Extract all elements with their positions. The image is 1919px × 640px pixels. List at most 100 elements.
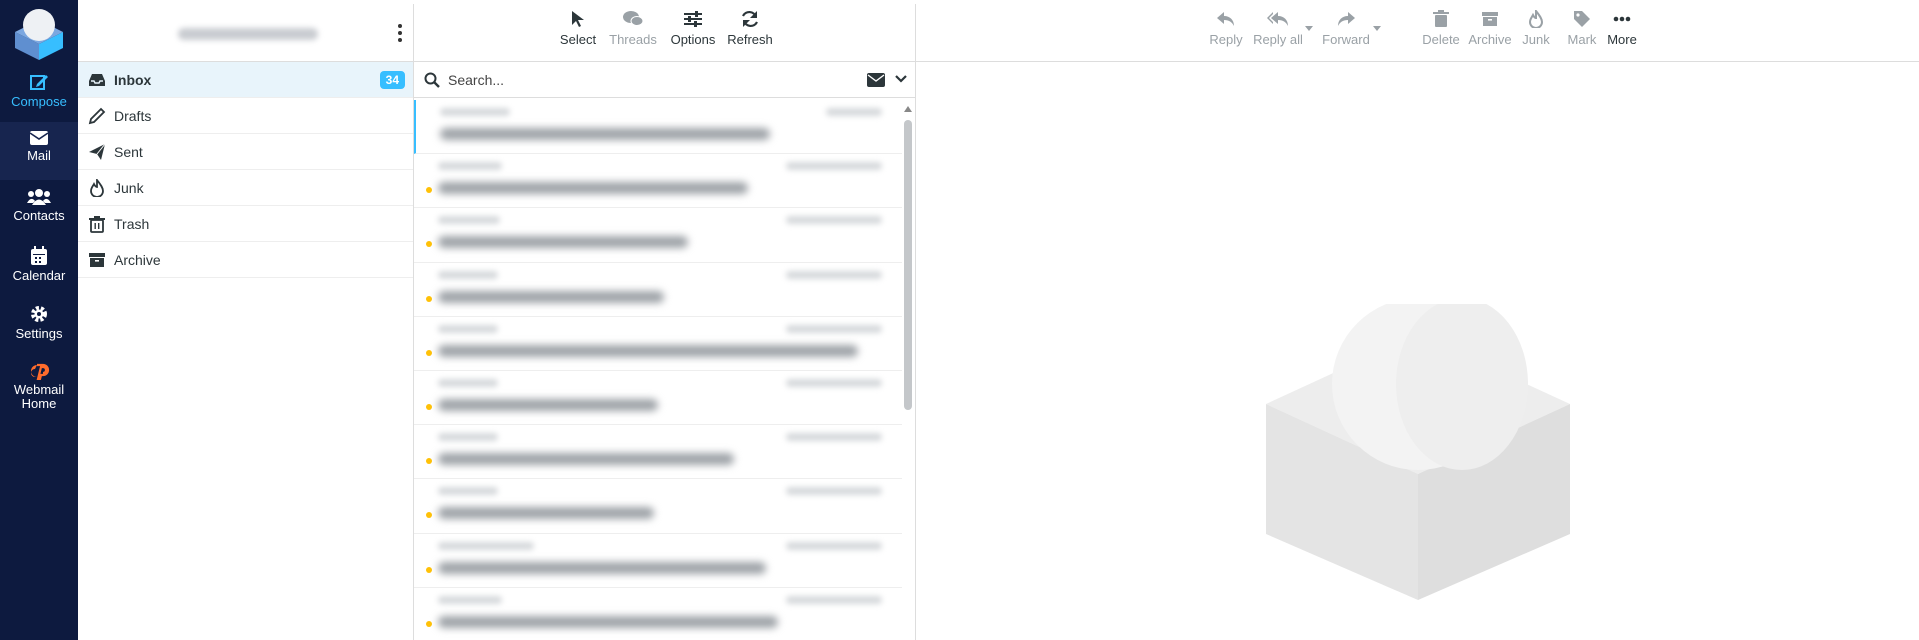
trash-icon — [89, 216, 105, 233]
list-toolbar: Select Threads Options Refresh — [414, 4, 915, 62]
message-sender-redacted — [438, 595, 502, 604]
nav-mail[interactable]: Mail — [0, 122, 78, 180]
message-row[interactable] — [414, 317, 902, 371]
scrollbar-thumb[interactable] — [904, 120, 912, 410]
webmail-app: Compose Mail Contacts Calendar Settings … — [0, 0, 1919, 640]
folder-header — [78, 4, 413, 62]
nav-webmail-home[interactable]: Webmail Home — [0, 354, 78, 426]
options-label: Options — [670, 32, 716, 47]
message-sender-redacted — [438, 324, 498, 333]
message-subject-redacted — [438, 344, 858, 357]
cpanel-icon — [31, 363, 50, 380]
threads-icon — [623, 11, 644, 26]
unread-count-badge: 34 — [379, 71, 405, 89]
message-sender-redacted — [438, 487, 498, 496]
message-row[interactable] — [414, 100, 902, 155]
folder-junk[interactable]: Junk — [78, 170, 413, 206]
folder-archive-label: Archive — [114, 251, 161, 268]
message-subject-redacted — [438, 398, 658, 411]
message-row[interactable] — [414, 534, 902, 588]
message-sender-redacted — [438, 216, 500, 225]
scroll-up-arrow[interactable] — [904, 106, 912, 112]
forward-label: Forward — [1322, 32, 1370, 47]
folder-drafts[interactable]: Drafts — [78, 98, 413, 134]
reply-all-button[interactable]: Reply all — [1250, 10, 1306, 47]
cursor-icon — [572, 11, 584, 27]
folder-inbox-label: Inbox — [114, 71, 152, 88]
threads-button[interactable]: Threads — [606, 10, 660, 47]
pencil-icon — [88, 107, 106, 125]
nav-contacts[interactable]: Contacts — [0, 180, 78, 238]
unread-dot — [426, 187, 432, 194]
message-row[interactable] — [414, 154, 902, 209]
refresh-icon — [742, 10, 758, 28]
trash-icon — [1433, 10, 1449, 27]
message-date-redacted — [786, 433, 882, 442]
message-row[interactable] — [414, 588, 902, 640]
message-subject-redacted — [440, 128, 770, 140]
mark-button[interactable]: Mark — [1564, 10, 1600, 47]
message-date-redacted — [786, 487, 882, 496]
folder-sent[interactable]: Sent — [78, 134, 413, 170]
search-input[interactable] — [448, 69, 828, 91]
reply-all-icon — [1267, 12, 1288, 26]
tag-icon — [1574, 11, 1590, 27]
delete-label: Delete — [1422, 32, 1460, 47]
unread-dot — [426, 349, 432, 356]
reading-pane: Reply Reply all Forward Delete Archive J… — [916, 4, 1919, 640]
fire-icon — [1528, 10, 1544, 28]
chevron-down-icon[interactable] — [895, 75, 907, 83]
inbox-icon — [89, 74, 105, 86]
folder-archive[interactable]: Archive — [78, 242, 413, 278]
reply-button[interactable]: Reply — [1206, 10, 1246, 47]
message-sender-redacted — [438, 378, 498, 387]
message-date-redacted — [786, 162, 882, 171]
message-subject-redacted — [438, 236, 688, 249]
folder-inbox[interactable]: Inbox 34 — [78, 62, 413, 98]
message-row[interactable] — [414, 371, 902, 426]
roundcube-logo[interactable] — [12, 6, 66, 60]
folder-trash[interactable]: Trash — [78, 206, 413, 242]
forward-caret-icon[interactable] — [1373, 26, 1381, 31]
nav-settings[interactable]: Settings — [0, 296, 78, 354]
delete-button[interactable]: Delete — [1419, 10, 1463, 47]
archive-button[interactable]: Archive — [1467, 10, 1513, 47]
reply-all-caret-icon[interactable] — [1305, 26, 1313, 31]
search-bar — [414, 62, 915, 98]
unread-dot — [426, 241, 432, 248]
message-list-scrollbar[interactable] — [903, 104, 913, 640]
folder-menu-button[interactable] — [395, 22, 405, 44]
message-row[interactable] — [414, 208, 902, 263]
app-nav: Compose Mail Contacts Calendar Settings … — [0, 0, 78, 640]
message-row[interactable] — [414, 479, 902, 534]
message-date-redacted — [786, 378, 882, 387]
message-subject-redacted — [438, 290, 664, 303]
forward-button[interactable]: Forward — [1318, 10, 1374, 47]
fire-icon — [90, 179, 104, 197]
message-subject-redacted — [438, 182, 748, 195]
message-row[interactable] — [414, 263, 902, 317]
nav-calendar[interactable]: Calendar — [0, 238, 78, 296]
nav-settings-label: Settings — [15, 326, 63, 341]
folder-junk-label: Junk — [114, 179, 144, 196]
message-date-redacted — [826, 108, 882, 116]
reply-label: Reply — [1209, 32, 1243, 47]
folder-sent-label: Sent — [114, 143, 143, 160]
unread-dot — [426, 295, 432, 302]
junk-label: Junk — [1522, 32, 1550, 47]
archive-label: Archive — [1468, 32, 1512, 47]
search-scope-envelope-icon[interactable] — [867, 73, 885, 87]
message-row[interactable] — [414, 425, 902, 480]
message-sender-redacted — [438, 433, 498, 442]
folder-drafts-label: Drafts — [114, 107, 152, 124]
options-button[interactable]: Options — [668, 10, 718, 47]
paper-plane-icon — [89, 143, 106, 160]
more-button[interactable]: More — [1596, 10, 1648, 47]
junk-button[interactable]: Junk — [1519, 10, 1553, 47]
sliders-icon — [684, 11, 702, 27]
refresh-button[interactable]: Refresh — [724, 10, 776, 47]
nav-compose[interactable]: Compose — [0, 64, 78, 122]
unread-dot — [426, 403, 432, 410]
select-button[interactable]: Select — [558, 10, 598, 47]
search-icon — [424, 72, 440, 88]
